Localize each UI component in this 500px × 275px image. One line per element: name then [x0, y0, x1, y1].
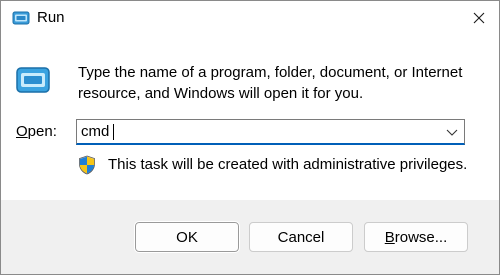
open-input[interactable]	[81, 121, 421, 142]
window-title: Run	[37, 9, 65, 26]
browse-button[interactable]: Browse...	[364, 222, 468, 252]
open-combobox[interactable]	[76, 119, 465, 145]
instruction-line-1: Type the name of a program, folder, docu…	[78, 64, 463, 81]
run-dialog: Run Type the name of a program, folder, …	[0, 0, 500, 275]
run-icon	[12, 11, 30, 25]
cancel-button[interactable]: Cancel	[249, 222, 353, 252]
ok-button[interactable]: OK	[134, 221, 240, 253]
button-bar: OK Cancel Browse...	[1, 200, 499, 274]
open-label-mnemonic: O	[16, 123, 28, 140]
open-label: Open:	[16, 123, 57, 140]
ok-button-label: OK	[176, 228, 198, 246]
chevron-down-icon[interactable]	[444, 124, 460, 140]
browse-button-mnemonic: B	[384, 228, 395, 246]
admin-privileges-note: This task will be created with administr…	[108, 156, 468, 173]
run-icon	[16, 67, 50, 93]
title-bar[interactable]: Run	[1, 1, 499, 35]
text-caret	[113, 124, 114, 140]
instruction-line-2: resource, and Windows will open it for y…	[78, 85, 364, 102]
instruction-text: Type the name of a program, folder, docu…	[78, 62, 478, 104]
browse-button-label: rowse...	[394, 228, 448, 246]
shield-icon	[79, 155, 95, 175]
close-icon	[473, 12, 485, 24]
close-button[interactable]	[459, 1, 499, 35]
open-label-rest: pen:	[27, 123, 57, 140]
cancel-button-label: Cancel	[277, 228, 325, 246]
